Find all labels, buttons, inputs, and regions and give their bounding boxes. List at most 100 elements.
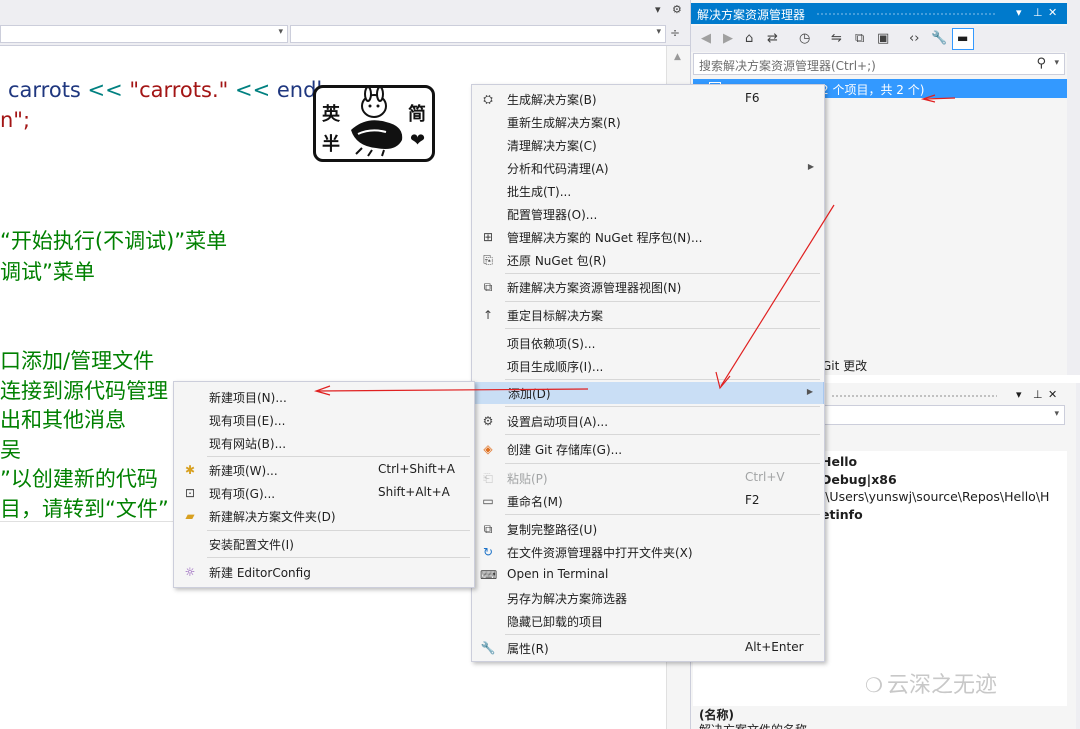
menu-item-label: 复制完整路径(U) [507, 523, 598, 537]
chevron-down-icon: ▾ [1054, 409, 1059, 419]
menu-separator [207, 557, 470, 558]
code-comment: 吴 [0, 438, 21, 462]
menu-separator [505, 514, 820, 515]
menu-item-project-dependencies[interactable]: 项目依赖项(S)... [472, 332, 824, 354]
member-dropdown[interactable]: ▾ [290, 25, 666, 43]
search-icon[interactable]: ⚲ [1036, 56, 1046, 71]
dropdown-arrow-icon[interactable]: ▾ [655, 3, 661, 16]
gear-icon[interactable]: ⚙ [672, 3, 682, 16]
solution-context-menu: ⛭ 生成解决方案(B) F6 重新生成解决方案(R) 清理解决方案(C) 分析和… [471, 84, 825, 662]
search-placeholder: 搜索解决方案资源管理器(Ctrl+;) [699, 59, 876, 73]
code-line[interactable]: n"; [0, 108, 30, 132]
preview-toggle-button[interactable]: ▬ [952, 28, 974, 50]
scroll-up-icon[interactable]: ▲ [674, 52, 681, 62]
menu-item-existing-item[interactable]: ⊡ 现有项(G)... Shift+Alt+A [174, 482, 474, 504]
menu-item-label: 批生成(T)... [507, 185, 572, 199]
menu-item-set-startup[interactable]: ⚙ 设置启动项目(A)... [472, 410, 824, 432]
menu-item-label: 创建 Git 存储库(G)... [507, 443, 623, 457]
menu-item-existing-project[interactable]: 现有项目(E)... [174, 409, 474, 431]
chevron-down-icon[interactable]: ▾ [1054, 58, 1059, 68]
menu-item-label: 粘贴(P) [507, 472, 548, 486]
pin-icon[interactable]: ⊥ [1033, 6, 1043, 19]
menu-item-restore-nuget[interactable]: ⎘ 还原 NuGet 包(R) [472, 249, 824, 271]
wrench-icon[interactable]: 🔧 [931, 31, 947, 46]
menu-item-clean-solution[interactable]: 清理解决方案(C) [472, 134, 824, 156]
menu-item-label: 生成解决方案(B) [507, 93, 597, 107]
menu-item-label: 现有项目(E)... [209, 414, 286, 428]
split-icon[interactable]: ÷ [670, 26, 680, 40]
menu-item-rebuild-solution[interactable]: 重新生成解决方案(R) [472, 111, 824, 133]
solution-explorer-titlebar[interactable]: 解决方案资源管理器 ▾ ⊥ ✕ [691, 3, 1067, 24]
show-all-files-icon[interactable]: ▣ [877, 31, 889, 46]
menu-item-new-view[interactable]: ⧉ 新建解决方案资源管理器视图(N) [472, 276, 824, 298]
menu-item-install-config[interactable]: 安装配置文件(I) [174, 533, 474, 555]
menu-item-manage-nuget[interactable]: ⊞ 管理解决方案的 NuGet 程序包(N)... [472, 226, 824, 248]
sticker-char: 英 [322, 104, 340, 125]
menu-item-configuration-manager[interactable]: 配置管理器(O)... [472, 203, 824, 225]
code-line[interactable]: carrots << "carrots." << endl [8, 78, 322, 102]
tab-git-changes[interactable]: Git 更改 [822, 357, 867, 374]
terminal-icon: ⌨ [480, 568, 498, 582]
menu-separator [505, 273, 820, 274]
property-value[interactable]: etinfo [821, 507, 863, 522]
menu-item-properties[interactable]: 🔧 属性(R) Alt+Enter [472, 637, 824, 659]
forward-icon[interactable]: ▶ [723, 31, 733, 46]
property-value[interactable]: :\Users\yunswj\source\Repos\Hello\H [821, 489, 1049, 504]
menu-item-build-order[interactable]: 项目生成顺序(I)... [472, 355, 824, 377]
menu-item-shortcut: F2 [745, 493, 760, 507]
menu-item-new-item[interactable]: ✱ 新建项(W)... Ctrl+Shift+A [174, 459, 474, 481]
menu-item-retarget[interactable]: ↑ 重定目标解决方案 [472, 304, 824, 326]
menu-item-build-solution[interactable]: ⛭ 生成解决方案(B) F6 [472, 88, 824, 110]
menu-item-label: 清理解决方案(C) [507, 139, 597, 153]
menu-item-open-in-terminal[interactable]: ⌨ Open in Terminal [472, 564, 824, 586]
pin-icon[interactable]: ⊥ [1033, 388, 1043, 401]
menu-item-label: 新建解决方案文件夹(D) [209, 510, 336, 524]
menu-item-label: 新建 EditorConfig [209, 566, 311, 580]
switch-views-icon[interactable]: ⇄ [767, 31, 778, 46]
menu-item-label: 项目生成顺序(I)... [507, 360, 604, 374]
home-icon[interactable]: ⌂ [745, 31, 753, 46]
menu-item-label: 添加(D) [508, 387, 551, 401]
back-icon[interactable]: ◀ [701, 31, 711, 46]
menu-item-hide-unloaded[interactable]: 隐藏已卸载的项目 [472, 610, 824, 632]
menu-item-new-project[interactable]: 新建项目(N)... [174, 386, 474, 408]
pending-changes-icon[interactable]: ◷ [799, 31, 810, 46]
close-icon[interactable]: ✕ [1048, 388, 1057, 401]
menu-item-add[interactable]: 添加(D) ▶ [472, 382, 824, 404]
property-value[interactable]: Debug|x86 [821, 472, 897, 487]
code-string: "carrots." [129, 78, 229, 102]
retarget-icon: ↑ [482, 308, 494, 322]
close-icon[interactable]: ✕ [1048, 6, 1057, 19]
menu-item-batch-build[interactable]: 批生成(T)... [472, 180, 824, 202]
build-icon: ⛭ [483, 92, 493, 106]
menu-item-label: 另存为解决方案筛选器 [507, 592, 628, 606]
code-icon[interactable]: ‹› [909, 31, 919, 46]
sync-icon[interactable]: ⇋ [831, 31, 842, 46]
menu-item-new-solution-folder[interactable]: ▰ 新建解决方案文件夹(D) [174, 505, 474, 527]
menu-item-rename[interactable]: ▭ 重命名(M) F2 [472, 490, 824, 512]
rabbit-drawing [351, 88, 403, 157]
menu-item-open-in-explorer[interactable]: ↻ 在文件资源管理器中打开文件夹(X) [472, 541, 824, 563]
collapse-all-icon[interactable]: ⧉ [855, 31, 864, 46]
code-comment: “开始执行(不调试)”菜单 [0, 229, 228, 253]
menu-item-create-git[interactable]: ◈ 创建 Git 存储库(G)... [472, 438, 824, 460]
side-tool-strip[interactable] [1067, 0, 1080, 375]
folder-icon: ▰ [185, 509, 195, 523]
window-menu-icon[interactable]: ▾ [1016, 6, 1022, 19]
meme-sticker-image: 英 半 简 ❤ [313, 85, 435, 162]
watermark-text: ❍ 云深之无迹 [865, 667, 997, 699]
menu-item-new-editorconfig[interactable]: ☼ 新建 EditorConfig [174, 561, 474, 583]
menu-separator [505, 434, 820, 435]
scope-dropdown[interactable]: ▾ [0, 25, 288, 43]
menu-item-copy-full-path[interactable]: ⧉ 复制完整路径(U) [472, 518, 824, 540]
menu-item-save-as-filter[interactable]: 另存为解决方案筛选器 [472, 587, 824, 609]
window-menu-icon[interactable]: ▾ [1016, 388, 1022, 401]
menu-item-shortcut: Ctrl+V [745, 470, 785, 484]
menu-item-paste[interactable]: ⎗ 粘贴(P) Ctrl+V [472, 467, 824, 489]
search-input[interactable]: 搜索解决方案资源管理器(Ctrl+;) ⚲ ▾ [693, 53, 1065, 75]
property-value[interactable]: Hello [821, 454, 857, 469]
menu-item-analyze[interactable]: 分析和代码清理(A) ▶ [472, 157, 824, 179]
menu-item-existing-website[interactable]: 现有网站(B)... [174, 432, 474, 454]
code-comment: 出和其他消息 [0, 408, 126, 432]
menu-item-label: 重新生成解决方案(R) [507, 116, 621, 130]
